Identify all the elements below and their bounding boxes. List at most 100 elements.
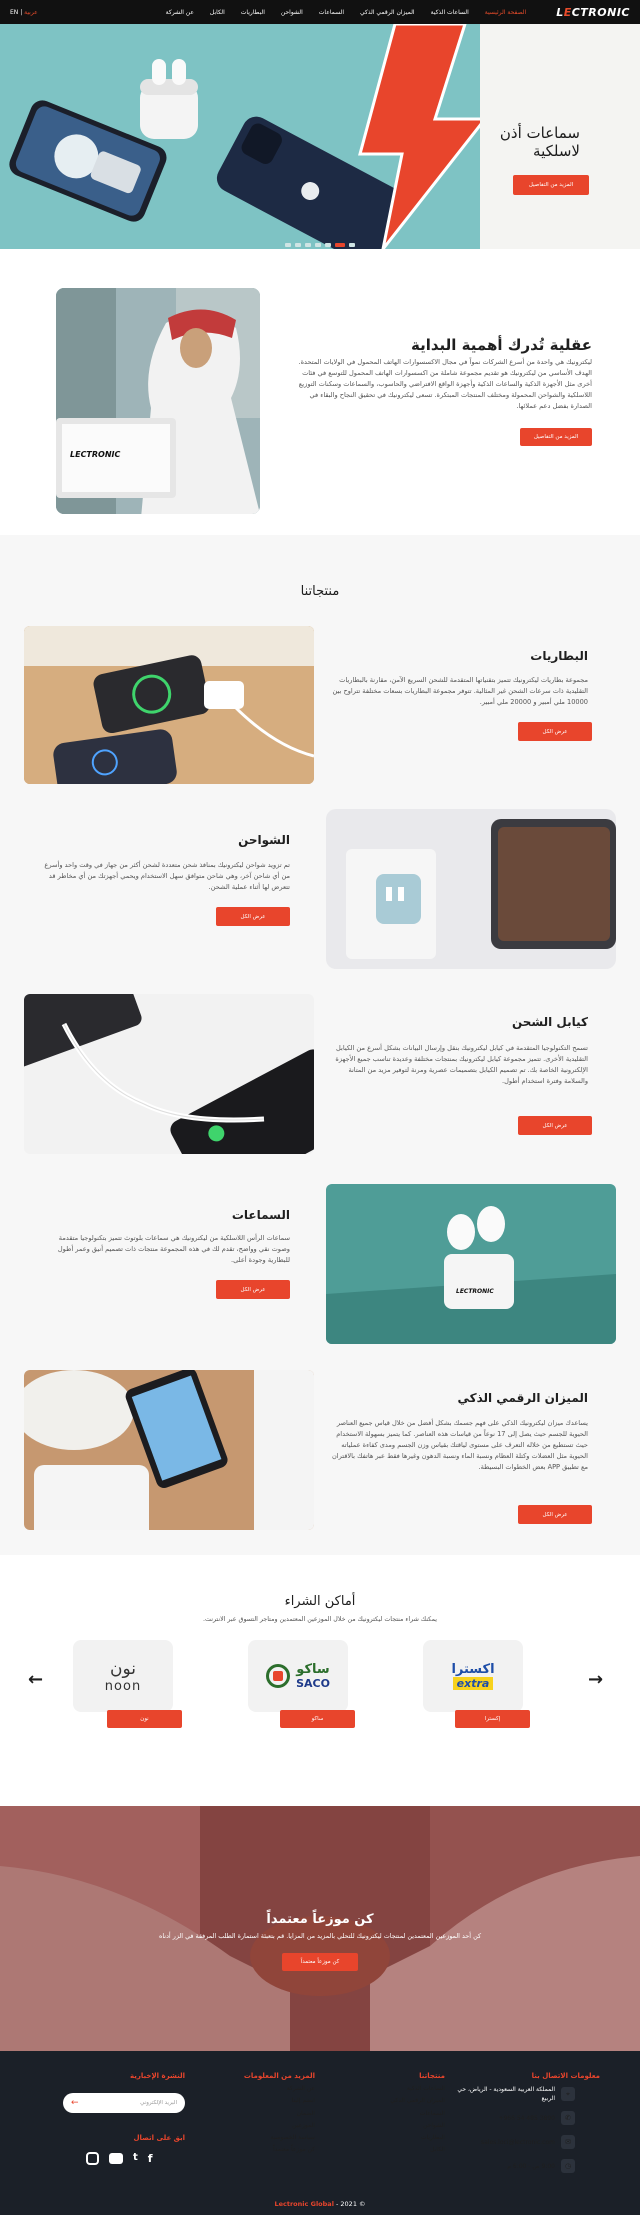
laptop-logo: LECTRONIC xyxy=(70,450,121,459)
footer-link[interactable]: الميزان الرقمي الذكي xyxy=(365,2095,445,2107)
scale-image xyxy=(24,1370,314,1530)
store-button-saco[interactable]: ساكو xyxy=(280,1710,355,1728)
earbuds-photo xyxy=(326,1184,616,1344)
chargers-image xyxy=(326,809,616,969)
location-icon: ⌖ xyxy=(561,2087,575,2101)
footer-products-list: الساعات الذكية الميزان الرقمي الذكي السماع… xyxy=(365,2083,445,2157)
footer-link[interactable]: السماعات xyxy=(365,2108,445,2120)
store-card-noon[interactable]: نون noon xyxy=(73,1640,173,1712)
store-card-saco[interactable]: ساكو SACO xyxy=(248,1640,348,1712)
hero-details-button[interactable]: المزيد من التفاصيل xyxy=(513,175,589,195)
distributor-text: كن أحد الموزعين المعتمدين لمنتجات ليكترو… xyxy=(159,1932,481,1940)
store-button-extra[interactable]: إكسترا xyxy=(455,1710,530,1728)
footer-link[interactable]: سياسة الخصوصية xyxy=(225,2132,315,2144)
footer-info-list: عن الشركة انضم إلينا الضمان الموزعين سياسة ا… xyxy=(225,2083,315,2157)
top-navbar: LECTRONIC الصفحة الرئيسية الساعات الذكية ا… xyxy=(0,0,640,24)
newsletter-email-input[interactable]: البريد الإلكتروني ← xyxy=(63,2093,185,2113)
facebook-icon[interactable]: f xyxy=(148,2152,153,2165)
language-switcher[interactable]: EN | عربية xyxy=(10,9,38,16)
instagram-icon[interactable] xyxy=(86,2152,99,2165)
slider-dot[interactable] xyxy=(349,243,355,247)
product-title-scale: الميزان الرقمي الذكي xyxy=(457,1391,588,1405)
product-title-batteries: البطاريات xyxy=(530,649,588,663)
copyright-year: - 2021 © xyxy=(336,2200,366,2208)
slider-dot[interactable] xyxy=(285,243,291,247)
extra-logo-en: extra xyxy=(452,1677,494,1690)
newsletter-heading: النشرة الإخبارية xyxy=(130,2072,185,2080)
nav-item[interactable]: الكابل xyxy=(210,9,225,16)
footer-link[interactable]: البطاريات xyxy=(365,2132,445,2144)
slider-dot[interactable] xyxy=(335,243,345,247)
lang-en[interactable]: EN xyxy=(10,9,18,16)
footer-link[interactable]: الموزعين xyxy=(225,2120,315,2132)
product-button-chargers[interactable]: عرض الكل xyxy=(216,907,290,926)
about-details-button[interactable]: المزيد من التفاصيل xyxy=(520,428,592,446)
nav-item[interactable]: الشواحن xyxy=(281,9,303,16)
cables-image xyxy=(24,994,314,1154)
saco-logo-ar: ساكو xyxy=(296,1662,330,1677)
slider-dots xyxy=(285,243,355,247)
lang-separator: | xyxy=(20,8,23,16)
about-text: ليكترونيك هي واحدة من أسرع الشركات نمواً… xyxy=(298,358,592,410)
footer-link[interactable]: الساعات الذكية xyxy=(365,2083,445,2095)
chargers-photo xyxy=(326,809,616,969)
hero-title-line2: لاسلكية xyxy=(533,142,580,160)
next-arrow-icon[interactable]: → xyxy=(588,1669,603,1690)
product-button-batteries[interactable]: عرض الكل xyxy=(518,722,592,741)
footer-link[interactable]: انضم إلينا xyxy=(225,2095,315,2107)
nav-item[interactable]: السماعات xyxy=(319,9,344,16)
youtube-icon[interactable] xyxy=(109,2153,123,2164)
product-button-earbuds[interactable]: عرض الكل xyxy=(216,1280,290,1299)
product-button-cables[interactable]: عرض الكل xyxy=(518,1116,592,1135)
nav-item[interactable]: عن الشركة xyxy=(166,9,194,16)
footer-email[interactable]: sales.loci@lectronic.com xyxy=(455,2137,555,2149)
footer-phone[interactable]: +966 54 485 3890 xyxy=(455,2113,555,2125)
nav-item[interactable]: الساعات الذكية xyxy=(431,9,469,16)
footer-link[interactable]: الكابل xyxy=(365,2144,445,2156)
slider-dot[interactable] xyxy=(295,243,301,247)
earbuds-image: LECTRONIC xyxy=(326,1184,616,1344)
noon-logo-ar: نون xyxy=(110,1658,136,1679)
distributor-button[interactable]: كن موزعاً معتمداً xyxy=(282,1953,358,1971)
prev-arrow-icon[interactable]: ← xyxy=(28,1669,43,1690)
footer-link[interactable]: كن موزعاً معتمداً xyxy=(225,2144,315,2156)
store-button-noon[interactable]: نون xyxy=(107,1710,182,1728)
distributor-title: كن موزعاً معتمداً xyxy=(266,1912,374,1927)
footer-link[interactable]: الضمان xyxy=(225,2108,315,2120)
nav-item[interactable]: البطاريات xyxy=(241,9,265,16)
footer-link[interactable]: عن الشركة xyxy=(225,2083,315,2095)
slider-dot[interactable] xyxy=(315,243,321,247)
phone-icon: ✆ xyxy=(561,2111,575,2125)
email-icon: ✉ xyxy=(561,2135,575,2149)
main-nav: الصفحة الرئيسية الساعات الذكية الميزان الر… xyxy=(38,9,527,16)
handshake-photo xyxy=(0,1806,640,2051)
footer-hours: 9:00 ص - 6:00 م xyxy=(507,2163,555,2170)
footer-address: المملكة العربية السعودية - الرياض، حي ال… xyxy=(457,2086,555,2102)
hero-title: سماعات أذن لاسلكية xyxy=(500,124,580,160)
cables-photo xyxy=(24,994,314,1154)
nav-item[interactable]: الميزان الرقمي الذكي xyxy=(360,9,415,16)
social-links: t f xyxy=(86,2152,153,2165)
lang-ar[interactable]: عربية xyxy=(24,9,38,16)
product-button-scale[interactable]: عرض الكل xyxy=(518,1505,592,1524)
social-heading: ابق على اتصال xyxy=(133,2134,185,2142)
slider-dot[interactable] xyxy=(325,243,331,247)
store-card-extra[interactable]: اكسترا extra xyxy=(423,1640,523,1712)
twitter-icon[interactable]: t xyxy=(133,2152,138,2165)
brand-logo[interactable]: LECTRONIC xyxy=(556,6,630,19)
batteries-image xyxy=(24,626,314,784)
hero-slider: سماعات أذن لاسلكية المزيد من التفاصيل xyxy=(0,24,640,249)
footer-link[interactable]: الشواحن xyxy=(365,2120,445,2132)
hero-title-line1: سماعات أذن xyxy=(499,124,580,142)
product-text-scale: يساعدك ميزان ليكترونيك الذكي على فهم جسم… xyxy=(331,1419,588,1471)
about-title: عقلية تُدرك أهمية البداية xyxy=(411,336,592,354)
nav-item[interactable]: الصفحة الرئيسية xyxy=(485,9,526,16)
saco-house-icon xyxy=(266,1664,291,1688)
copyright: Lectronic Global - 2021 © xyxy=(0,2200,640,2208)
send-arrow-icon[interactable]: ← xyxy=(71,2098,79,2108)
saco-logo-en: SACO xyxy=(296,1677,330,1690)
slider-dot[interactable] xyxy=(305,243,311,247)
product-text-chargers: تم تزويد شواحن ليكترونيك بمنافذ شحن متعد… xyxy=(44,861,290,891)
case-logo: LECTRONIC xyxy=(456,1288,494,1295)
where-to-buy-title: أماكن الشراء xyxy=(284,1594,356,1609)
